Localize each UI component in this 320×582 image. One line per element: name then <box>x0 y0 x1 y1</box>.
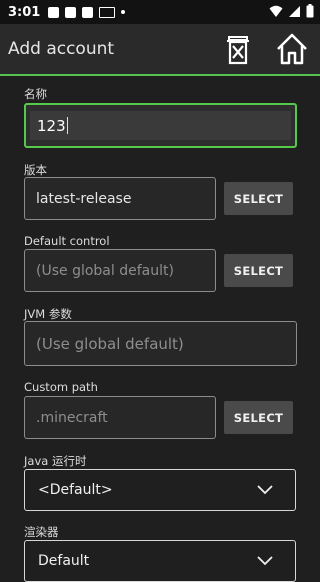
chevron-down-icon <box>257 485 273 495</box>
notification-icons <box>48 6 126 18</box>
notification-icon <box>48 6 60 18</box>
system-icons <box>269 4 314 18</box>
version-select-button[interactable]: SELECT <box>224 182 293 215</box>
signal-icon <box>289 5 300 17</box>
default-control-placeholder: (Use global default) <box>36 262 174 279</box>
renderer-label: 渲染器 <box>24 525 59 539</box>
java-runtime-label: Java 运行时 <box>24 454 87 468</box>
home-button[interactable] <box>276 32 308 66</box>
app-bar: Add account <box>0 24 320 76</box>
delete-icon <box>227 36 249 65</box>
delete-account-button[interactable] <box>222 32 254 66</box>
default-control-select-button[interactable]: SELECT <box>224 254 293 287</box>
renderer-value: Default <box>38 553 90 569</box>
default-control-field[interactable]: (Use global default) <box>24 249 216 292</box>
wifi-icon <box>269 5 283 17</box>
renderer-dropdown[interactable]: Default <box>24 540 296 582</box>
version-field[interactable]: latest-release <box>24 177 216 220</box>
custom-path-field[interactable]: .minecraft <box>24 396 216 439</box>
notification-icon <box>65 6 77 18</box>
jvm-args-label: JVM 参数 <box>24 307 72 321</box>
name-label: 名称 <box>24 87 47 101</box>
keyboard-icon <box>99 6 116 18</box>
java-runtime-value: <Default> <box>38 482 113 498</box>
more-notifications-icon <box>121 10 126 14</box>
custom-path-label: Custom path <box>24 380 98 394</box>
text-cursor <box>66 117 69 134</box>
jvm-args-placeholder: (Use global default) <box>36 334 184 353</box>
status-time: 3:01 <box>8 4 41 20</box>
battery-icon <box>306 4 314 18</box>
name-input[interactable]: 123 <box>24 103 297 148</box>
status-bar: 3:01 <box>0 0 320 24</box>
notification-icon <box>82 6 94 18</box>
default-control-label: Default control <box>24 234 110 248</box>
name-value: 123 <box>37 116 66 135</box>
home-icon <box>277 33 307 65</box>
page-title: Add account <box>8 39 115 59</box>
name-input-text-area[interactable]: 123 <box>30 111 291 140</box>
chevron-down-icon <box>257 556 273 566</box>
custom-path-select-button[interactable]: SELECT <box>224 401 293 434</box>
jvm-args-input[interactable]: (Use global default) <box>24 321 297 366</box>
version-label: 版本 <box>24 163 47 177</box>
custom-path-placeholder: .minecraft <box>36 409 108 426</box>
java-runtime-dropdown[interactable]: <Default> <box>24 469 296 511</box>
version-value: latest-release <box>36 190 132 207</box>
